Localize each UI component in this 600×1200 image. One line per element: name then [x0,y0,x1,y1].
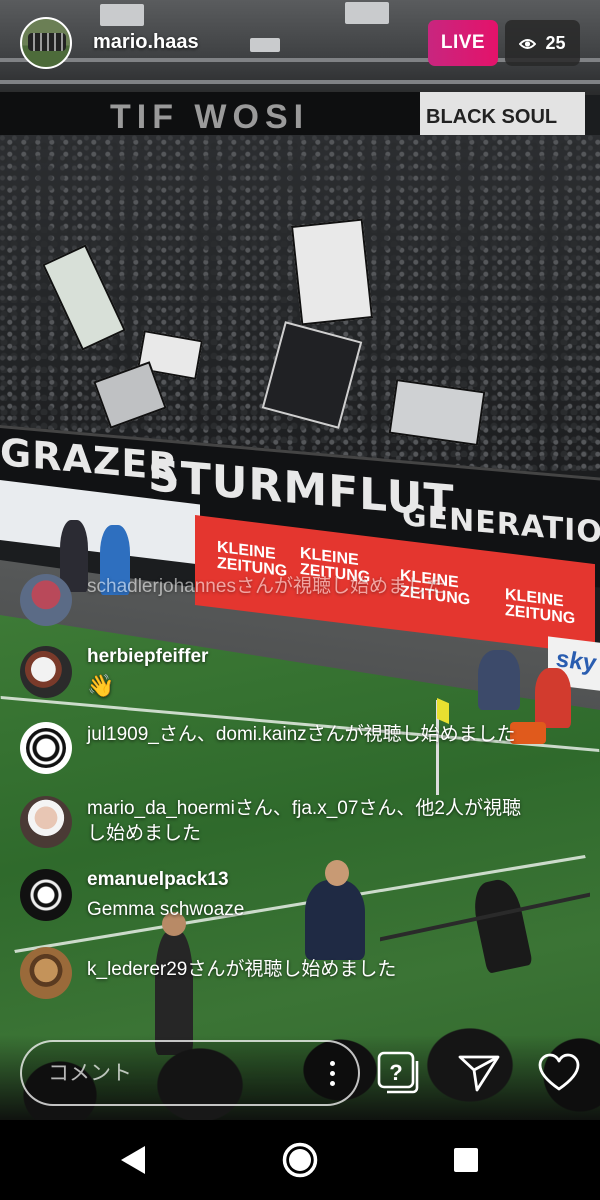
viewer-count-badge[interactable]: 25 [505,20,580,66]
ad-text: KLEINE ZEITUNG [217,538,288,581]
viewer-count: 25 [545,32,566,53]
question-icon[interactable]: ? [376,1050,422,1096]
comment-field[interactable] [20,1040,360,1106]
black-soul-banner: BLACK SOUL [420,92,585,140]
system-nav-bar [0,1120,600,1200]
camera-case [510,722,546,744]
upper-banner: TIF WOSI [0,92,420,140]
live-header: mario.haas LIVE 25 [0,0,600,90]
comment-input[interactable] [48,1042,298,1104]
svg-text:?: ? [389,1060,402,1085]
live-video-frame[interactable]: TIF WOSI BLACK SOUL GRAZER STURMFLUT GEN… [0,0,600,1120]
send-icon[interactable] [456,1050,502,1096]
ad-text: KLEINE ZEITUNG [505,586,576,628]
player [305,880,365,960]
host-avatar[interactable] [20,17,72,69]
heart-icon[interactable] [536,1050,582,1096]
ad-text: KLEINE ZEITUNG [300,544,371,587]
fan-flag [290,218,374,326]
steward [100,525,130,595]
back-icon[interactable] [112,1140,152,1180]
player-head [325,860,349,886]
live-badge: LIVE [428,20,498,66]
eye-icon [519,38,537,49]
recents-icon[interactable] [446,1140,486,1180]
photographer [478,650,520,710]
home-icon[interactable] [280,1140,320,1180]
more-options-icon[interactable] [322,1058,342,1090]
steward [60,520,88,592]
photographer [535,668,571,728]
ad-text: KLEINE ZEITUNG [400,567,471,609]
person-head [162,912,186,936]
host-username[interactable]: mario.haas [93,31,199,54]
